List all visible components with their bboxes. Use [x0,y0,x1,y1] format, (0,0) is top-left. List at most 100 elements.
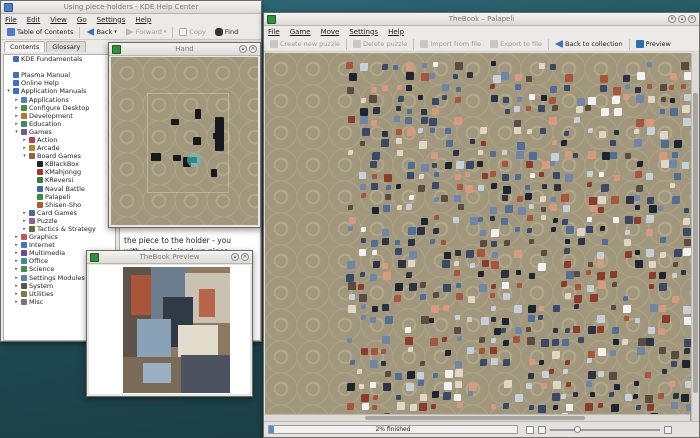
tree-item[interactable]: KMahjongg [4,168,115,176]
puzzle-piece[interactable] [407,371,416,380]
puzzle-piece[interactable] [537,105,545,113]
puzzle-piece[interactable] [429,117,438,126]
puzzle-piece[interactable] [564,150,572,158]
puzzle-piece[interactable] [528,315,536,323]
puzzle-piece[interactable] [622,304,631,313]
puzzle-piece[interactable] [393,64,399,70]
puzzle-piece[interactable] [442,305,449,312]
puzzle-piece[interactable] [585,270,591,276]
close-button[interactable]: ✕ [241,253,249,261]
puzzle-piece[interactable] [551,105,558,112]
puzzle-piece[interactable] [441,195,449,203]
puzzle-piece[interactable] [457,336,463,342]
puzzle-piece[interactable] [490,83,496,89]
puzzle-piece[interactable] [418,403,427,412]
expand-arrow-icon[interactable]: ▸ [22,217,27,225]
puzzle-piece[interactable] [669,84,674,90]
puzzle-piece[interactable] [669,182,675,188]
expand-arrow-icon[interactable]: ▸ [22,136,27,144]
puzzle-piece[interactable] [479,358,487,366]
puzzle-piece[interactable] [454,361,462,369]
puzzle-piece[interactable] [359,184,366,191]
puzzle-piece[interactable] [514,394,523,403]
tree-item[interactable]: Naval Battle [4,185,115,193]
puzzle-piece[interactable] [441,239,447,245]
puzzle-piece[interactable] [478,217,484,222]
puzzle-piece[interactable] [395,394,401,400]
puzzle-piece[interactable] [528,239,534,245]
puzzle-piece[interactable] [600,108,609,117]
puzzle-piece[interactable] [455,61,464,70]
puzzle-piece[interactable] [454,394,462,402]
puzzle-piece[interactable] [381,229,389,236]
tree-item[interactable]: KReversi [4,176,115,184]
puzzle-piece[interactable] [491,305,497,311]
puzzle-piece[interactable] [382,271,391,280]
puzzle-piece[interactable] [553,380,562,389]
puzzle-piece[interactable] [502,174,510,182]
puzzle-piece[interactable] [541,206,547,212]
tab-glossary[interactable]: Glossary [46,41,87,52]
close-button[interactable]: ✕ [249,45,257,53]
puzzle-piece[interactable] [683,118,692,127]
puzzle-piece[interactable] [358,172,366,180]
puzzle-piece[interactable] [433,215,439,221]
puzzle-piece[interactable] [478,283,487,292]
puzzle-piece[interactable] [648,327,656,335]
puzzle-piece[interactable] [514,227,520,233]
puzzle-piece[interactable] [396,204,402,210]
puzzle-piece[interactable] [625,393,633,401]
puzzle-piece[interactable] [538,314,544,320]
puzzle-piece[interactable] [396,150,403,157]
puzzle-piece[interactable] [430,152,438,160]
puzzle-piece[interactable] [502,194,508,201]
puzzle-piece[interactable] [672,393,679,400]
puzzle-piece[interactable] [432,292,439,299]
puzzle-piece[interactable] [490,293,496,299]
puzzle-piece[interactable] [372,306,379,313]
puzzle-piece[interactable] [417,226,426,235]
puzzle-piece[interactable] [637,160,644,167]
puzzle-piece[interactable] [467,72,474,79]
puzzle-piece[interactable] [540,95,547,102]
puzzle-piece[interactable] [409,404,417,412]
puzzle-piece[interactable] [613,130,619,136]
puzzle-piece[interactable] [491,228,500,237]
puzzle-piece[interactable] [479,240,487,248]
puzzle-piece[interactable] [562,205,570,213]
puzzle-piece[interactable] [635,171,643,179]
puzzle-piece[interactable] [408,195,414,201]
puzzle-piece[interactable] [393,116,400,123]
puzzle-piece[interactable] [515,73,523,81]
puzzle-piece[interactable] [541,160,550,169]
puzzle-piece[interactable] [597,370,604,377]
puzzle-piece[interactable] [598,281,607,290]
palapeli-menu-file[interactable]: File [268,28,280,36]
puzzle-piece[interactable] [529,358,536,365]
expand-arrow-icon[interactable]: ▾ [14,128,19,136]
puzzle-piece[interactable] [481,172,488,179]
puzzle-piece[interactable] [622,338,629,345]
puzzle-piece[interactable] [565,404,573,412]
puzzle-piece[interactable] [633,194,640,201]
puzzle-piece[interactable] [349,360,355,366]
puzzle-piece[interactable] [565,226,574,235]
puzzle-piece[interactable] [562,369,568,375]
puzzle-piece[interactable] [347,150,353,156]
tree-item[interactable]: ▾ Board Games [4,152,115,160]
puzzle-piece[interactable] [561,139,568,146]
puzzle-piece[interactable] [633,394,639,400]
puzzle-piece[interactable] [443,382,452,391]
puzzle-piece[interactable] [538,305,544,311]
puzzle-piece[interactable] [565,73,574,82]
puzzle-piece[interactable] [489,215,495,221]
puzzle-piece[interactable] [478,337,485,344]
puzzle-piece[interactable] [490,283,496,289]
puzzle-piece[interactable] [384,316,393,325]
puzzle-piece[interactable] [406,382,415,391]
palapeli-menu-game[interactable]: Game [290,28,311,36]
puzzle-piece[interactable] [505,205,514,214]
puzzle-piece[interactable] [372,394,378,400]
puzzle-piece[interactable] [601,183,610,192]
puzzle-piece[interactable] [454,173,461,180]
